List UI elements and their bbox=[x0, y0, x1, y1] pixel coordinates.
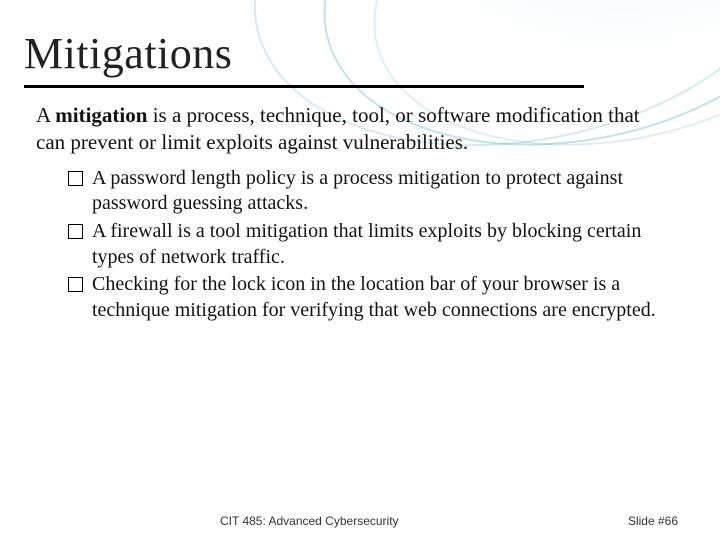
intro-keyword: mitigation bbox=[55, 103, 147, 127]
list-item: A password length policy is a process mi… bbox=[68, 166, 666, 217]
slide-title: Mitigations bbox=[24, 28, 684, 79]
list-item: Checking for the lock icon in the locati… bbox=[68, 272, 666, 323]
slide-footer: CIT 485: Advanced Cybersecurity Slide #6… bbox=[0, 514, 720, 528]
title-underline bbox=[24, 85, 584, 88]
bullet-list: A password length policy is a process mi… bbox=[68, 166, 666, 324]
intro-text-prefix: A bbox=[36, 103, 55, 127]
list-item: A firewall is a tool mitigation that lim… bbox=[68, 219, 666, 270]
footer-course: CIT 485: Advanced Cybersecurity bbox=[220, 514, 399, 528]
footer-slide-number: Slide #66 bbox=[628, 514, 678, 528]
intro-paragraph: A mitigation is a process, technique, to… bbox=[36, 102, 672, 156]
slide: Mitigations A mitigation is a process, t… bbox=[0, 0, 720, 540]
